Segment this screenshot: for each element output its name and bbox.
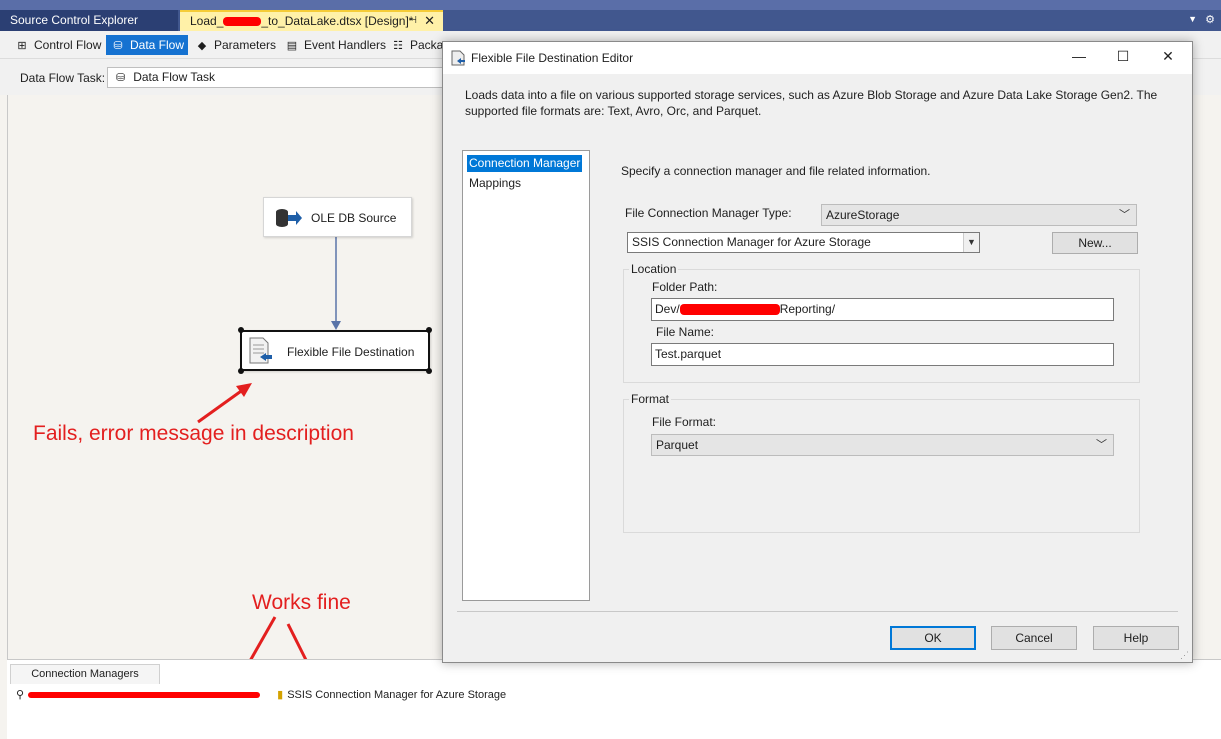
resize-grip-icon[interactable]: ⋰ xyxy=(1180,650,1189,661)
component-label: OLE DB Source xyxy=(311,211,397,225)
select-value: Parquet xyxy=(656,438,699,452)
maximize-icon[interactable]: ☐ xyxy=(1113,48,1133,65)
data-path-arrowhead xyxy=(331,321,341,330)
resize-handle[interactable] xyxy=(426,368,432,374)
connection-manager-item[interactable]: SSIS Connection Manager for Azure Storag… xyxy=(287,689,506,701)
oledb-connection-icon: ⚲ xyxy=(16,689,25,701)
flexible-file-destination-editor-dialog: Flexible File Destination Editor — ☐ ✕ L… xyxy=(442,41,1193,663)
fcm-type-label: File Connection Manager Type: xyxy=(625,206,792,220)
redacted-connection-name[interactable] xyxy=(28,692,261,699)
file-name-input[interactable]: Test.parquet xyxy=(651,343,1114,366)
dialog-description: Loads data into a file on various suppor… xyxy=(465,88,1158,118)
folder-path-input[interactable]: Dev/Reporting/ xyxy=(651,298,1114,321)
resize-handle[interactable] xyxy=(426,327,432,333)
close-icon[interactable]: ✕ xyxy=(1158,48,1178,65)
connection-manager-select[interactable]: SSIS Connection Manager for Azure Storag… xyxy=(627,232,980,253)
location-group-label: Location xyxy=(629,262,679,276)
resize-handle[interactable] xyxy=(238,327,244,333)
dialog-title: Flexible File Destination Editor xyxy=(471,51,634,65)
redaction-mark xyxy=(679,304,780,316)
cancel-button[interactable]: Cancel xyxy=(991,626,1077,650)
section-instruction: Specify a connection manager and file re… xyxy=(621,164,931,178)
dialog-title-bar: Flexible File Destination Editor — ☐ ✕ xyxy=(443,42,1192,74)
file-format-label: File Format: xyxy=(652,415,717,429)
fcm-type-select[interactable]: AzureStorage ﹀ xyxy=(821,204,1137,226)
annotation-works: Works fine xyxy=(252,591,351,614)
minimize-icon[interactable]: — xyxy=(1069,48,1089,64)
connection-managers-list: ⚲ ▮ SSIS Connection Manager for Azure Sto… xyxy=(16,688,506,704)
resize-handle[interactable] xyxy=(238,368,244,374)
editor-icon xyxy=(451,50,465,66)
select-value: SSIS Connection Manager for Azure Storag… xyxy=(632,235,871,249)
folder-path-suffix: Reporting/ xyxy=(779,302,836,316)
chevron-down-icon: ﹀ xyxy=(1096,439,1107,451)
format-group-label: Format xyxy=(629,392,672,406)
ok-button[interactable]: OK xyxy=(890,626,976,650)
azure-storage-connection-icon: ▮ xyxy=(277,689,284,701)
new-connection-button[interactable]: New... xyxy=(1052,232,1138,254)
dropdown-arrow-icon: ▼ xyxy=(963,233,979,252)
help-button[interactable]: Help xyxy=(1093,626,1179,650)
file-format-select[interactable]: Parquet ﹀ xyxy=(651,434,1114,456)
tab-connection-managers[interactable]: Connection Managers xyxy=(10,664,160,684)
annotation-fails: Fails, error message in description xyxy=(33,422,354,445)
chevron-down-icon: ﹀ xyxy=(1119,209,1130,221)
folder-path-prefix: Dev/ xyxy=(655,302,680,316)
file-name-label: File Name: xyxy=(656,325,715,339)
dialog-separator xyxy=(457,611,1178,612)
folder-path-label: Folder Path: xyxy=(652,280,718,294)
ole-db-source-icon xyxy=(276,209,302,227)
component-label: Flexible File Destination xyxy=(287,345,415,359)
nav-item-mappings[interactable]: Mappings xyxy=(467,175,523,192)
ole-db-source-component[interactable]: OLE DB Source xyxy=(263,197,412,237)
page-navigation-list: Connection Manager Mappings xyxy=(462,150,590,601)
nav-item-connection-manager[interactable]: Connection Manager xyxy=(467,155,583,172)
flexible-file-destination-icon xyxy=(249,337,272,364)
flexible-file-destination-component[interactable]: Flexible File Destination xyxy=(240,330,430,371)
select-value: AzureStorage xyxy=(826,208,900,222)
